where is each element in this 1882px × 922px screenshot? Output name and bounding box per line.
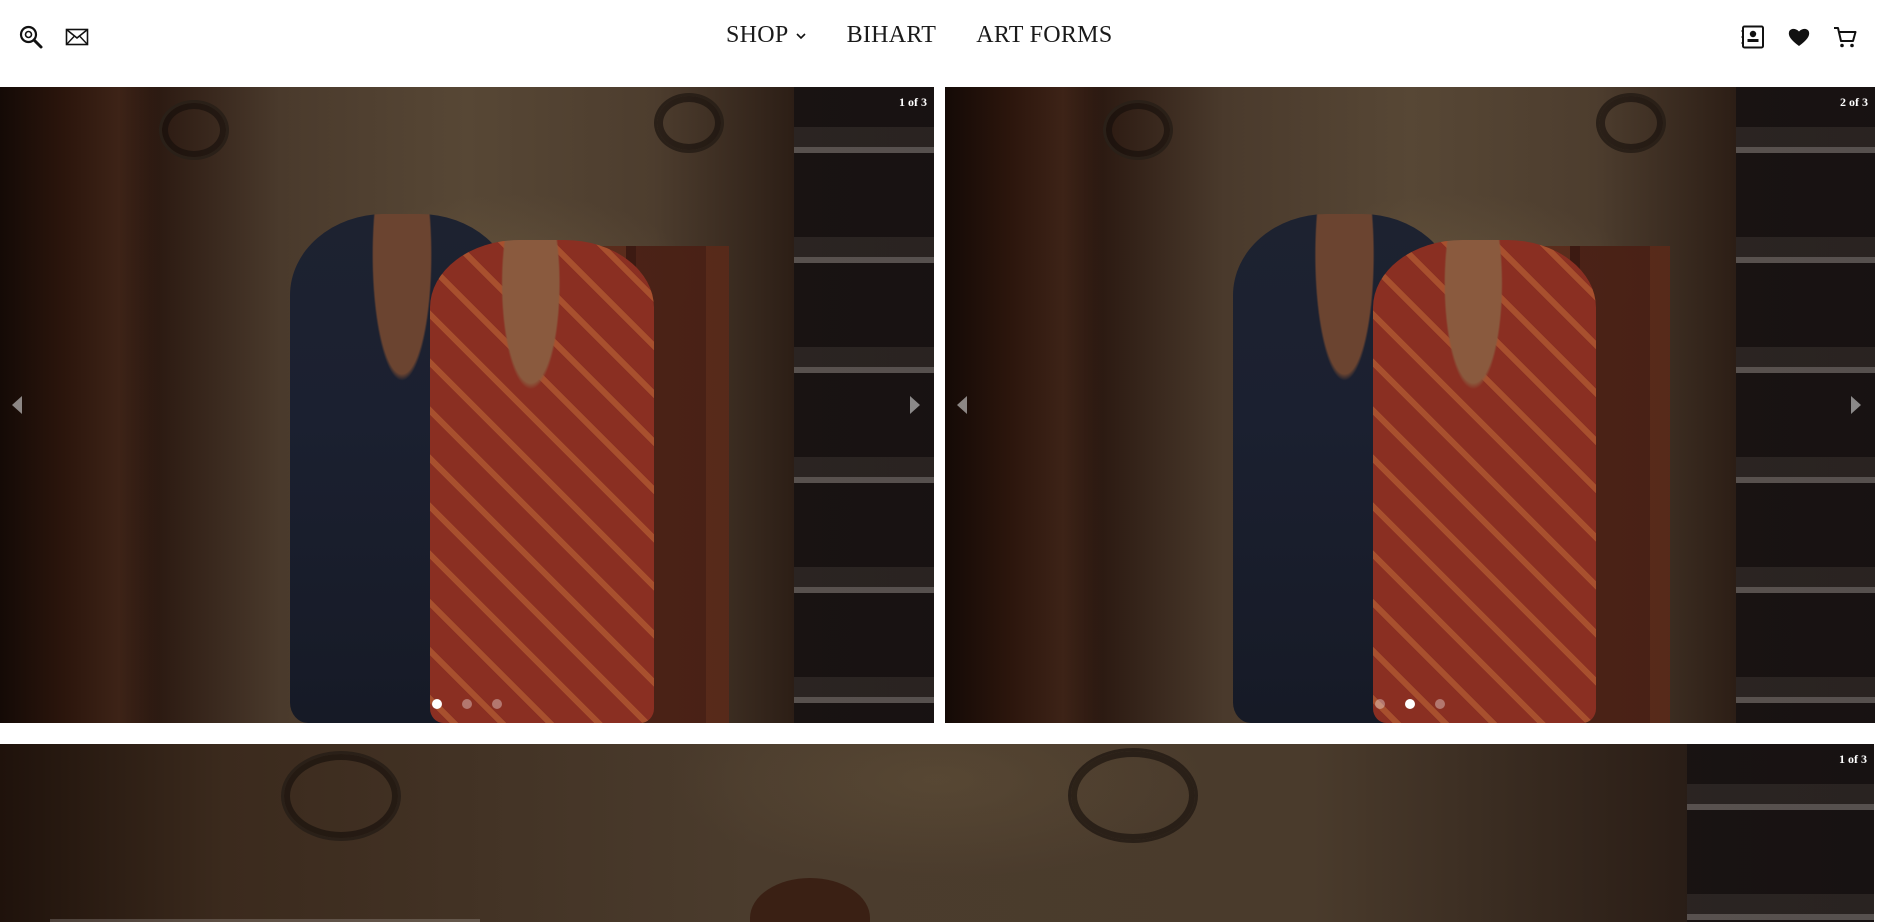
mail-icon[interactable] (64, 24, 90, 50)
chevron-right-icon (910, 396, 920, 414)
chevron-left-icon (957, 396, 967, 414)
slide-dot-2[interactable] (1405, 699, 1415, 709)
product-photo (0, 87, 934, 723)
slide-counter: 1 of 3 (1839, 752, 1867, 766)
nav-item-label: BIHART (846, 22, 937, 48)
product-image-carousel: 1 of 3 (0, 744, 1874, 922)
next-slide-button[interactable] (1849, 394, 1863, 416)
next-slide-button[interactable] (908, 394, 922, 416)
nav-item-bihart[interactable]: BIHART (847, 22, 937, 49)
slide-counter: 1 of 3 (899, 95, 927, 109)
nav-item-label: SHOP (726, 22, 789, 48)
slide-dot-2[interactable] (462, 699, 472, 709)
nav-item-label: ART FORMS (976, 22, 1113, 48)
wishlist-heart-icon[interactable] (1786, 24, 1812, 50)
slide-dots (432, 699, 502, 709)
slide-dot-1[interactable] (1375, 699, 1385, 709)
header-right-actions (1740, 24, 1858, 50)
search-icon[interactable] (18, 24, 44, 50)
slide-dot-1[interactable] (432, 699, 442, 709)
chevron-down-icon (795, 32, 806, 39)
slide-dot-3[interactable] (492, 699, 502, 709)
cart-icon[interactable] (1832, 24, 1858, 50)
main-nav: SHOP BIHART ART FORMS (726, 22, 1112, 49)
product-image-carousel: 2 of 3 (945, 87, 1875, 723)
account-icon[interactable] (1740, 24, 1766, 50)
slide-counter: 2 of 3 (1840, 95, 1868, 109)
chevron-right-icon (1851, 396, 1861, 414)
nav-item-shop[interactable]: SHOP (726, 22, 807, 49)
product-image-carousel: 1 of 3 (0, 87, 934, 723)
header-left-actions (18, 24, 90, 50)
site-header: SHOP BIHART ART FORMS (0, 0, 1882, 86)
product-photo (945, 87, 1875, 723)
chevron-left-icon (12, 396, 22, 414)
prev-slide-button[interactable] (10, 394, 24, 416)
slide-dot-3[interactable] (1435, 699, 1445, 709)
product-photo (0, 744, 1874, 922)
slide-dots (1375, 699, 1445, 709)
prev-slide-button[interactable] (955, 394, 969, 416)
nav-item-art-forms[interactable]: ART FORMS (976, 22, 1112, 49)
